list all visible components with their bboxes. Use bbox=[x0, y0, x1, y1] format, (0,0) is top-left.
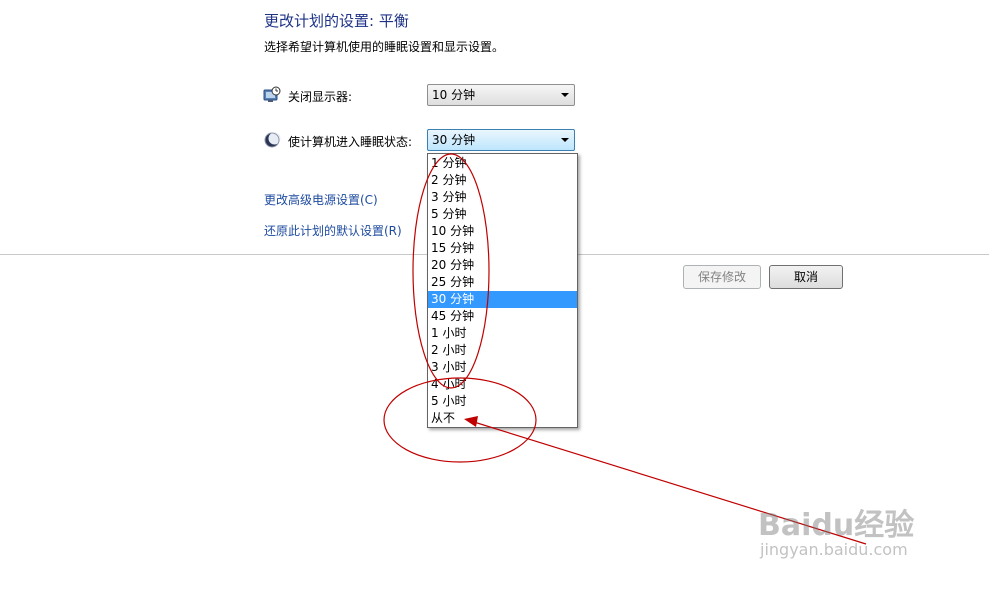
baidu-watermark-url: jingyan.baidu.com bbox=[760, 540, 908, 559]
dropdown-option[interactable]: 1 分钟 bbox=[428, 155, 577, 172]
dropdown-option[interactable]: 从不 bbox=[428, 410, 577, 427]
moon-icon bbox=[264, 132, 281, 148]
display-off-label: 关闭显示器: bbox=[288, 90, 353, 104]
dropdown-option[interactable]: 15 分钟 bbox=[428, 240, 577, 257]
save-changes-button[interactable]: 保存修改 bbox=[683, 265, 761, 289]
display-off-value: 10 分钟 bbox=[432, 88, 476, 102]
dropdown-option[interactable]: 20 分钟 bbox=[428, 257, 577, 274]
dropdown-option[interactable]: 4 小时 bbox=[428, 376, 577, 393]
chevron-down-icon bbox=[561, 93, 569, 97]
dropdown-option[interactable]: 5 小时 bbox=[428, 393, 577, 410]
cancel-button[interactable]: 取消 bbox=[769, 265, 843, 289]
dropdown-option[interactable]: 25 分钟 bbox=[428, 274, 577, 291]
monitor-clock-icon bbox=[263, 86, 281, 102]
display-off-select[interactable]: 10 分钟 bbox=[427, 84, 575, 106]
dropdown-option[interactable]: 3 小时 bbox=[428, 359, 577, 376]
sleep-label: 使计算机进入睡眠状态: bbox=[288, 135, 413, 149]
baidu-watermark-logo: Baidu经验 bbox=[758, 508, 915, 543]
sleep-select[interactable]: 30 分钟 bbox=[427, 129, 575, 151]
dropdown-option[interactable]: 2 分钟 bbox=[428, 172, 577, 189]
dropdown-option[interactable]: 2 小时 bbox=[428, 342, 577, 359]
dropdown-option[interactable]: 45 分钟 bbox=[428, 308, 577, 325]
page-title: 更改计划的设置: 平衡 bbox=[264, 12, 409, 30]
chevron-down-icon bbox=[561, 138, 569, 142]
advanced-power-settings-link[interactable]: 更改高级电源设置(C) bbox=[264, 191, 378, 208]
dropdown-option[interactable]: 5 分钟 bbox=[428, 206, 577, 223]
sleep-value: 30 分钟 bbox=[432, 133, 476, 147]
page-subtitle: 选择希望计算机使用的睡眠设置和显示设置。 bbox=[264, 40, 505, 54]
dropdown-option[interactable]: 10 分钟 bbox=[428, 223, 577, 240]
dropdown-option[interactable]: 30 分钟 bbox=[428, 291, 577, 308]
dropdown-option[interactable]: 1 小时 bbox=[428, 325, 577, 342]
sleep-dropdown-list[interactable]: 1 分钟 2 分钟 3 分钟 5 分钟 10 分钟 15 分钟 20 分钟 25 分钟 30 分… bbox=[427, 153, 578, 428]
dropdown-option[interactable]: 3 分钟 bbox=[428, 189, 577, 206]
restore-defaults-link[interactable]: 还原此计划的默认设置(R) bbox=[264, 222, 402, 239]
